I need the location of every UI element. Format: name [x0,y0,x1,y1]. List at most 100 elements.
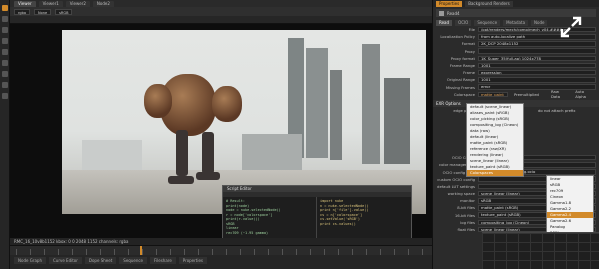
ruin-tower [384,78,410,164]
knob-value[interactable]: 1001 [478,62,596,69]
ruin-wall [242,134,302,170]
viewer-canvas[interactable]: Script Editor # Result: print(node) node =… [10,24,432,238]
knob-value[interactable] [478,48,596,54]
script-output-line: rec709 (~1.95 gamma) [226,230,269,235]
tab-properties[interactable]: Properties [436,0,463,7]
tab-viewer[interactable]: Viewer [14,0,36,7]
tab-dope-sheet[interactable]: Dope Sheet [84,257,117,264]
script-input-line[interactable]: print cs.values() [320,222,408,227]
knob-value[interactable]: 2K_DCP 2048x1152 [478,41,596,47]
ruin-tower [362,44,380,164]
curve-gridline [482,260,599,261]
knob-row: Original Range 1001 [433,76,599,83]
auto-alpha-label[interactable]: Auto Alpha [575,89,596,99]
merge-tool-icon[interactable] [2,71,8,77]
tab-node[interactable]: Node [531,19,548,26]
ocio-knob-label: custom OCIO config [437,176,475,182]
ocio-knob-label: default LUT settings [437,183,475,189]
ruin-wall [82,140,142,170]
script-input-pane[interactable]: import nuke n = nuke.selectedNode() print … [317,197,411,238]
ruin-tower [306,48,328,158]
script-output-pane: # Result: print(node) node = nuke.selected… [223,197,317,238]
tab-fileshare[interactable]: Fileshare [150,257,176,264]
curve-gridline [482,251,599,252]
bottom-tab-bar: Node Graph Curve Editor Dope Sheet Seque… [10,255,432,269]
curve-gridline [482,233,599,234]
transform-tool-icon[interactable] [2,82,8,88]
tab-sequence[interactable]: Sequence [119,257,148,264]
do-not-attach-prefix-label[interactable]: do not attach prefix [538,108,576,113]
mech-left-foot [168,176,194,184]
filter-tool-icon[interactable] [2,49,8,55]
draw-tool-icon[interactable] [2,16,8,22]
premultiplied-label[interactable]: Premultiplied [514,92,539,97]
knob-label: Localization Policy [440,34,475,40]
tab-ocio[interactable]: OCIO [455,19,472,26]
toolbar-left [0,0,10,269]
colorspace-menu-item[interactable]: Colorspaces [467,170,523,176]
knob-value[interactable]: expression [478,69,596,76]
viewer-tool-icon[interactable] [2,5,8,11]
mech-left-leg [176,130,188,176]
mech-left-arm [144,84,172,118]
tab-node-graph[interactable]: Node Graph [14,257,46,264]
color-tool-icon[interactable] [2,38,8,44]
ocio-knob-label: log files [460,219,475,225]
colorspace-dropdown[interactable]: matte_paint [477,91,508,98]
knob-label: Format [461,41,475,47]
tab-metadata[interactable]: Metadata [503,19,529,26]
channels-dropdown[interactable]: rgba [14,8,30,15]
knob-label: Frame [463,70,475,76]
knob-row: Proxy format 1K_Super_35(full-ap) 1024x77… [433,55,599,62]
tab-viewer2[interactable]: Viewer2 [65,0,90,7]
viewer-toolbar: rgba None sRGB [10,7,432,16]
tab-read[interactable]: Read [436,19,453,26]
timeline-bar[interactable] [10,245,432,256]
viewer-status-bar: RMC_16_10v8b1152 kbox: 0 0 2048 1152 cha… [10,238,432,245]
keyer-tool-icon[interactable] [2,60,8,66]
knob-label: Original Range [446,77,475,83]
knob-label: Frame Range [449,63,475,69]
properties-tab-bar: Properties Background Renders [433,0,599,7]
viewer-tab-bar: Viewer Viewer1 Viewer2 Node2 [10,0,432,7]
curve-graph[interactable] [482,232,599,269]
viewer-secondary-toolbar [10,16,432,24]
tab-curve-editor[interactable]: Curve Editor [48,257,82,264]
expand-arrows-icon[interactable] [560,16,582,38]
channel-tool-icon[interactable] [2,27,8,33]
ocio-knob-label: 8-bit files [457,205,475,211]
ocio-knob-label: float files [457,227,476,233]
ruin-tower [330,70,342,160]
3d-tool-icon[interactable] [2,93,8,99]
curve-gridline [482,242,599,243]
knob-row: Frame Range 1001 [433,62,599,69]
mech-right-foot [196,172,220,180]
viewer-colorspace-dropdown[interactable]: sRGB [55,8,73,15]
script-editor-panel[interactable]: Script Editor # Result: print(node) node =… [222,185,412,238]
knob-row: Frame expression [433,69,599,76]
knob-row: Missing Frames error [433,84,599,91]
ocio-knob-label: 16-bit files [454,212,475,218]
colorspace-dropdown-menu[interactable]: default (scene_linear) aliases_paint (sRG… [466,103,524,177]
knob-label: Missing Frames [445,84,475,90]
mech-right-leg [202,132,214,174]
tab-node2[interactable]: Node2 [92,0,114,7]
display-dropdown[interactable]: None [33,8,52,15]
knob-row: Format 2K_DCP 2048x1152 [433,40,599,47]
knob-row: Proxy [433,48,599,55]
ocio-knob-label: working space [447,191,475,197]
tab-viewer1[interactable]: Viewer1 [38,0,63,7]
tab-background-renders[interactable]: Background Renders [465,0,513,7]
colorspace-label: Colorspace [453,91,475,97]
knob-value[interactable]: 1K_Super_35(full-ap) 1024x778 [478,55,596,62]
node-name[interactable]: Read4 [447,11,460,16]
tab-sequence-node[interactable]: Sequence [474,19,501,26]
node-color-swatch[interactable] [439,10,444,16]
ocio-knob-label: monitor [460,198,475,204]
raw-data-label[interactable]: Raw Data [551,89,569,99]
knob-label: File [468,27,475,33]
tab-properties-bottom[interactable]: Properties [178,257,208,264]
knob-label: Proxy format [450,55,475,61]
knob-value[interactable]: 1001 [478,77,596,83]
colorspace-row: Colorspace matte_paint Premultiplied Raw… [433,89,599,99]
